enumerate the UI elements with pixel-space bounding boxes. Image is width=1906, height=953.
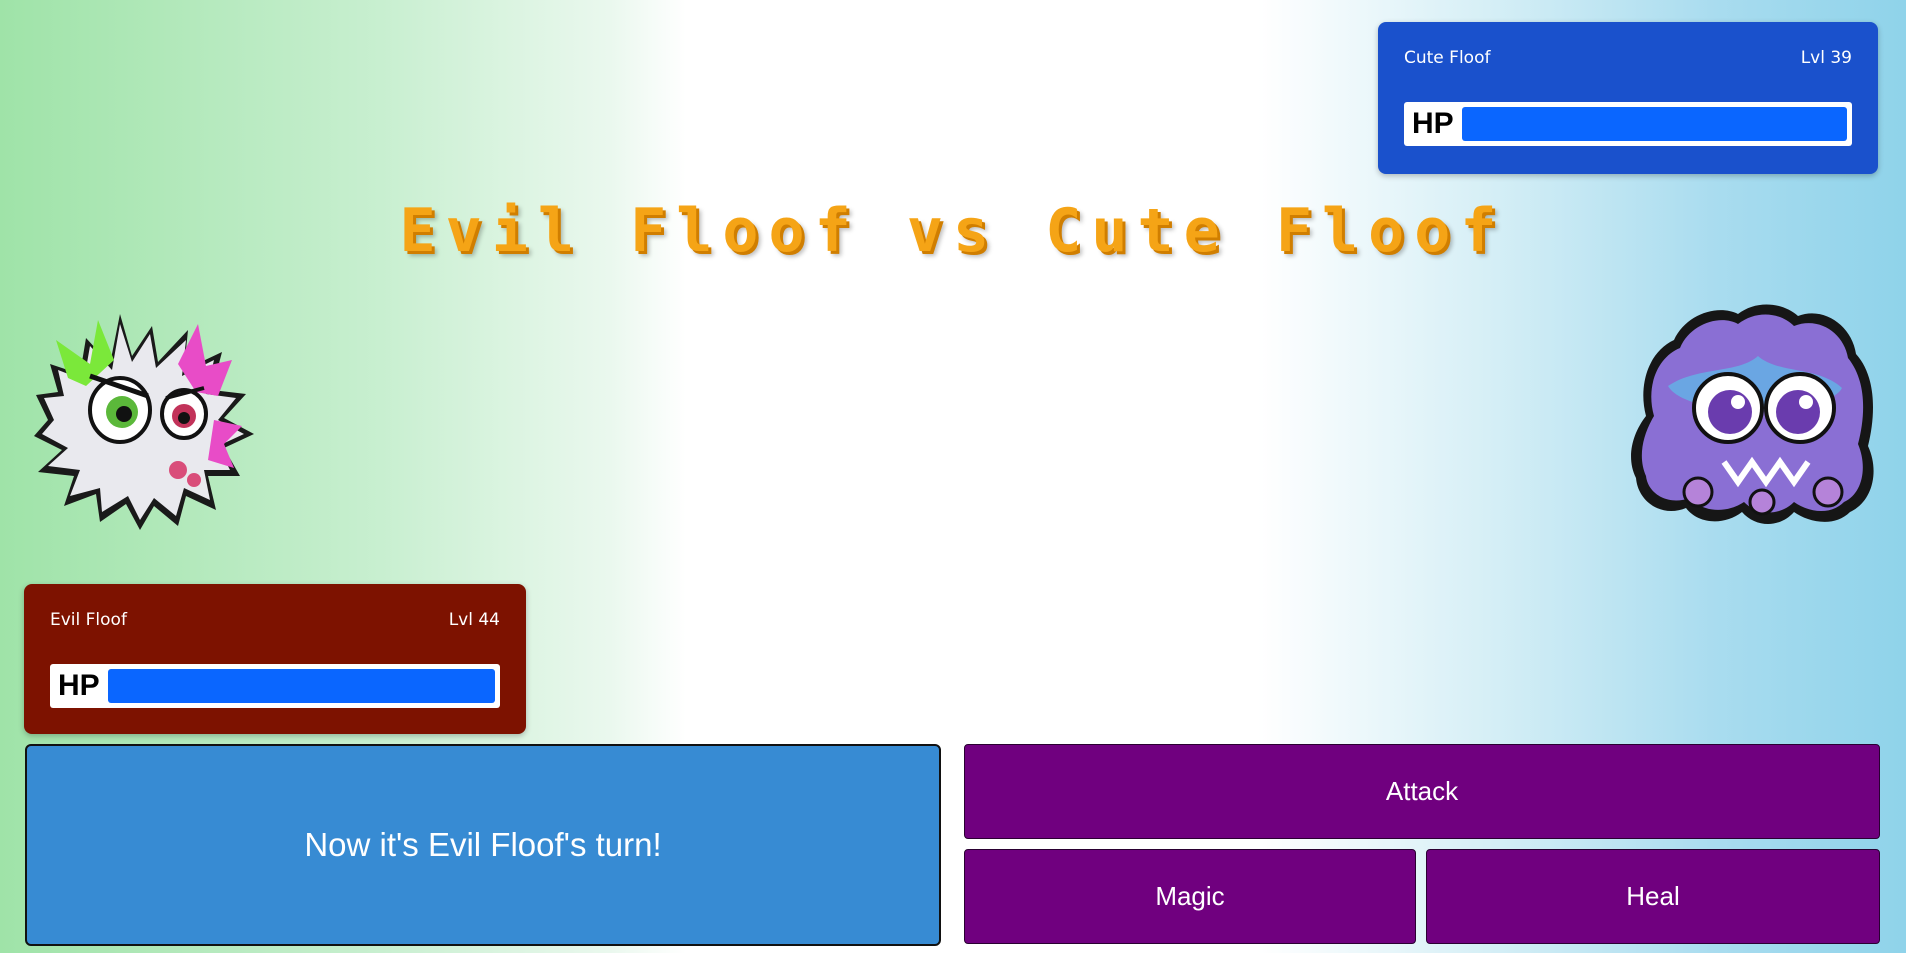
heal-button[interactable]: Heal: [1426, 849, 1880, 944]
enemy-hp-bar: HP: [1404, 102, 1852, 146]
battle-message-box: Now it's Evil Floof's turn!: [25, 744, 941, 946]
enemy-hp-label: HP: [1412, 107, 1454, 140]
player-hp-track: [107, 669, 495, 703]
attack-button[interactable]: Attack: [964, 744, 1880, 839]
player-hp-label: HP: [58, 669, 100, 702]
magic-button[interactable]: Magic: [964, 849, 1416, 944]
enemy-hp-fill: [1461, 107, 1847, 141]
attack-button-label: Attack: [1385, 776, 1459, 806]
magic-button-label: Magic: [1155, 881, 1225, 911]
battle-message-text: Now it's Evil Floof's turn!: [304, 826, 662, 863]
game-title: Evil Floof vs Cute Floof: [399, 196, 1507, 266]
player-hp-bar: HP: [50, 664, 500, 708]
enemy-status-card: Cute Floof Lvl 39 HP: [1378, 22, 1878, 174]
cute-floof-sprite: [1631, 304, 1874, 524]
player-status-card: Evil Floof Lvl 44 HP: [24, 584, 526, 734]
enemy-level: Lvl 39: [1800, 48, 1852, 68]
evil-floof-sprite: [34, 314, 254, 530]
player-level: Lvl 44: [448, 610, 500, 630]
enemy-name: Cute Floof: [1404, 48, 1491, 68]
player-hp-fill: [107, 669, 495, 703]
heal-button-label: Heal: [1626, 881, 1680, 911]
player-name: Evil Floof: [50, 610, 127, 630]
enemy-hp-track: [1461, 107, 1847, 141]
